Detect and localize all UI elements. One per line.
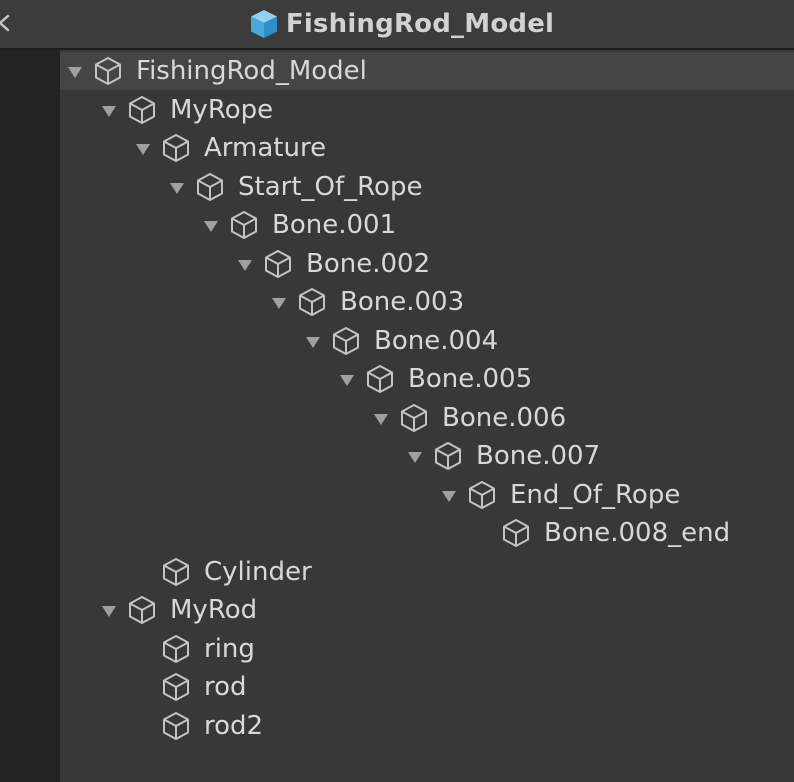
expand-caret-icon[interactable]: [66, 63, 84, 81]
expand-caret-icon[interactable]: [236, 256, 254, 274]
page-title: FishingRod_Model: [285, 9, 555, 39]
expand-caret-icon[interactable]: [202, 217, 220, 235]
prefab-header-title-group: FishingRod_Model: [0, 0, 794, 48]
expand-caret-icon[interactable]: [440, 487, 458, 505]
expand-caret-icon[interactable]: [100, 102, 118, 120]
tree-row[interactable]: FishingRod_Model: [60, 52, 794, 90]
tree-row-label: Bone.003: [340, 287, 465, 317]
cube-icon: [160, 556, 192, 588]
tree-row-label: Bone.005: [408, 364, 533, 394]
cube-icon: [466, 479, 498, 511]
expand-caret-icon[interactable]: [100, 602, 118, 620]
tree-row[interactable]: Bone.007: [60, 437, 794, 475]
tree-row-label: ring: [204, 633, 255, 664]
tree-row[interactable]: ring: [60, 630, 794, 668]
tree-row-label: Start_Of_Rope: [238, 171, 423, 202]
cube-icon: [500, 517, 532, 549]
tree-row-label: MyRod: [170, 595, 258, 625]
hierarchy-tree: FishingRod_Model MyRope Armature Start_Of_R…: [60, 50, 794, 782]
cube-icon: [194, 171, 226, 203]
expand-caret-icon[interactable]: [134, 140, 152, 158]
tree-row[interactable]: Bone.001: [60, 206, 794, 244]
cube-icon: [296, 286, 328, 318]
tree-row-label: Bone.008_end: [544, 518, 731, 548]
cube-icon: [262, 248, 294, 280]
tree-row[interactable]: rod: [60, 668, 794, 706]
tree-row[interactable]: Bone.008_end: [60, 514, 794, 552]
tree-row-label: Bone.002: [306, 248, 431, 279]
expand-caret-icon[interactable]: [406, 448, 424, 466]
left-gutter: [0, 50, 60, 782]
expand-caret-icon[interactable]: [168, 179, 186, 197]
cube-icon: [160, 132, 192, 164]
cube-icon: [432, 440, 464, 472]
tree-row[interactable]: MyRope: [60, 91, 794, 129]
prefab-cube-icon: [250, 10, 277, 38]
cube-icon: [228, 209, 260, 241]
tree-row[interactable]: Armature: [60, 129, 794, 167]
cube-icon: [330, 325, 362, 357]
tree-row[interactable]: MyRod: [60, 591, 794, 629]
cube-icon: [160, 710, 192, 742]
tree-row[interactable]: Bone.006: [60, 399, 794, 437]
cube-icon: [398, 402, 430, 434]
tree-row-label: FishingRod_Model: [136, 56, 367, 86]
tree-row[interactable]: Bone.002: [60, 245, 794, 283]
tree-row-label: Cylinder: [204, 556, 312, 587]
tree-row-label: rod2: [204, 710, 264, 741]
cube-icon: [364, 363, 396, 395]
tree-row[interactable]: Bone.004: [60, 322, 794, 360]
tree-row[interactable]: End_Of_Rope: [60, 476, 794, 514]
tree-row-label: Bone.006: [442, 402, 567, 433]
tree-row[interactable]: Start_Of_Rope: [60, 168, 794, 206]
cube-icon: [126, 594, 158, 626]
prefab-hierarchy-window: FishingRod_Model FishingRod_Model MyRope A…: [0, 0, 794, 782]
expand-caret-icon[interactable]: [338, 371, 356, 389]
cube-icon: [160, 633, 192, 665]
tree-row-label: End_Of_Rope: [510, 479, 681, 510]
expand-caret-icon[interactable]: [372, 410, 390, 428]
tree-row[interactable]: Bone.003: [60, 283, 794, 321]
tree-row-label: MyRope: [170, 94, 274, 125]
tree-row[interactable]: rod2: [60, 707, 794, 745]
prefab-header: FishingRod_Model: [0, 0, 794, 50]
tree-row[interactable]: Cylinder: [60, 553, 794, 591]
expand-caret-icon[interactable]: [270, 294, 288, 312]
cube-icon: [160, 671, 192, 703]
cube-icon: [92, 55, 124, 87]
tree-row-label: Bone.007: [476, 441, 601, 471]
cube-icon: [126, 94, 158, 126]
expand-caret-icon[interactable]: [304, 333, 322, 351]
tree-row-label: rod: [204, 672, 247, 702]
tree-row-label: Armature: [204, 133, 327, 163]
tree-row-label: Bone.004: [374, 325, 499, 356]
tree-row[interactable]: Bone.005: [60, 360, 794, 398]
tree-row-label: Bone.001: [272, 210, 397, 240]
